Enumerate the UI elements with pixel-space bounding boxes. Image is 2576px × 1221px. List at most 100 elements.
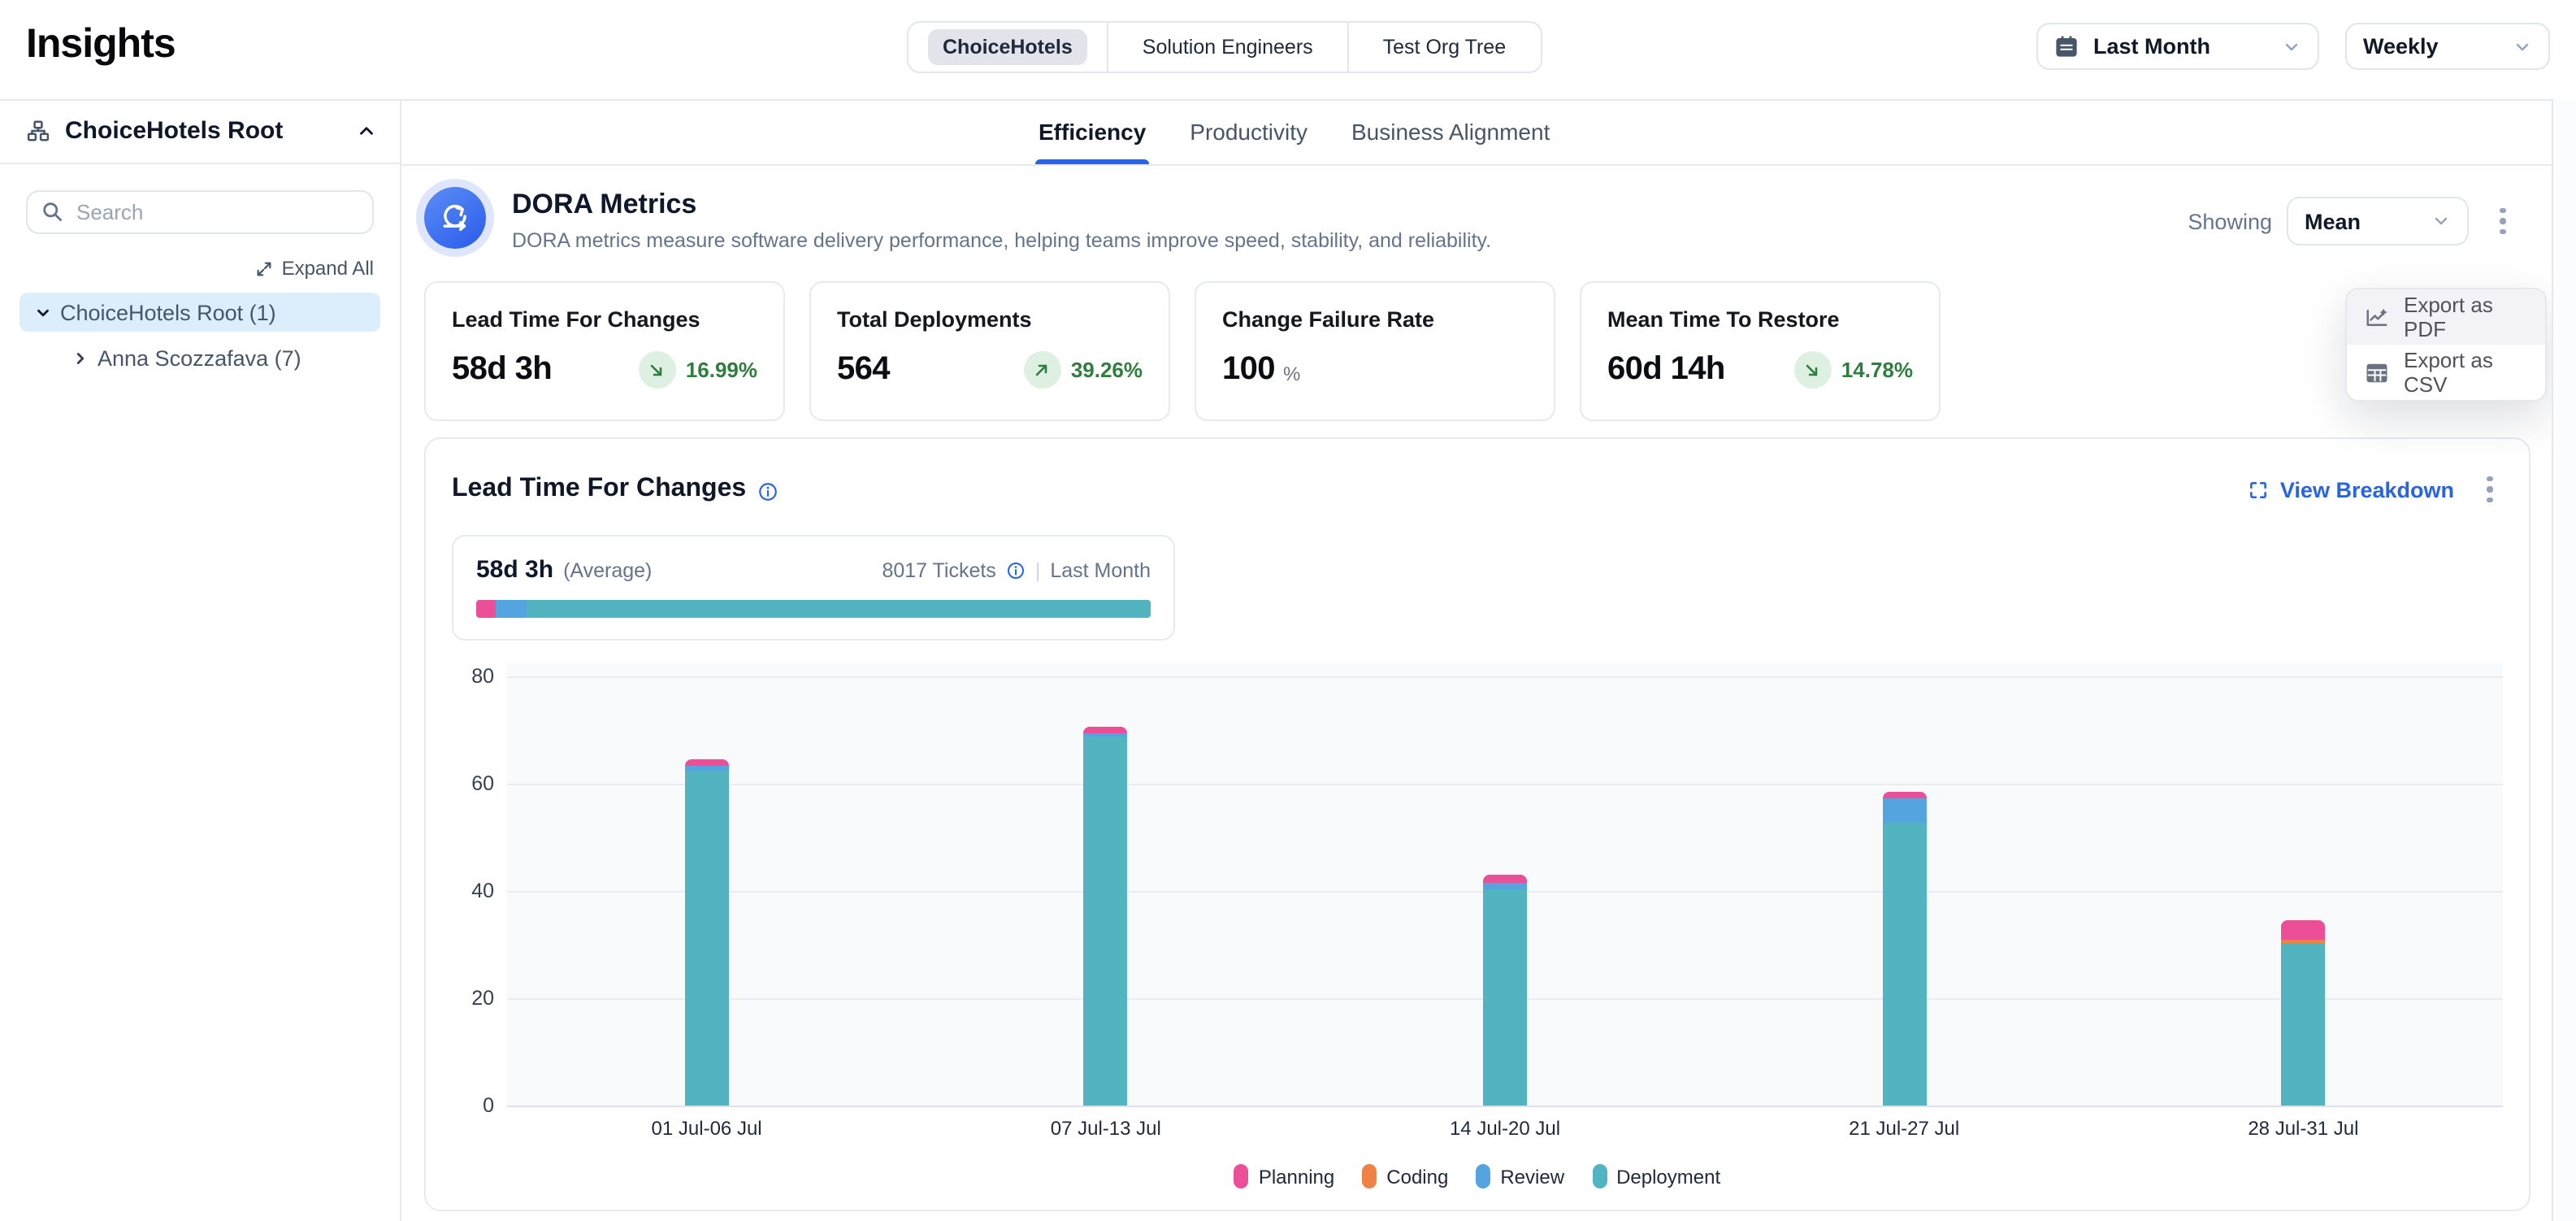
- insights-page: Insights ChoiceHotels Solution Engineers…: [0, 0, 2576, 1221]
- showing-label: Showing: [2188, 209, 2272, 233]
- legend-swatch: [1476, 1164, 1490, 1188]
- trend-badge: 14.78%: [1794, 351, 1913, 389]
- chart-line-icon: [2365, 305, 2389, 329]
- chart-bar: [1882, 792, 1926, 1106]
- card-value: 100: [1222, 351, 1275, 389]
- menu-item-label: Export as CSV: [2404, 348, 2527, 397]
- legend-label: Review: [1500, 1165, 1564, 1188]
- menu-item-export-pdf[interactable]: Export as PDF: [2347, 289, 2545, 345]
- legend-swatch: [1592, 1164, 1607, 1188]
- bar-segment-planning: [685, 759, 729, 767]
- chart-bar: [1483, 875, 1527, 1106]
- card-total-deployments: Total Deployments 564 39.26%: [809, 281, 1170, 421]
- lead-time-section: Lead Time For Changes View Breakdown: [424, 437, 2530, 1211]
- card-lead-time-for-changes: Lead Time For Changes 58d 3h 16.99%: [424, 281, 785, 421]
- date-range-value: Last Month: [2093, 34, 2210, 59]
- expand-all-icon: [256, 259, 274, 277]
- bar-segment-review: [1882, 798, 1926, 823]
- scrollbar[interactable]: [2552, 99, 2576, 1221]
- card-title: Change Failure Rate: [1222, 307, 1528, 332]
- tree-item-anna-scozzafava[interactable]: Anna Scozzafava (7): [57, 338, 380, 377]
- sidebar-search: [26, 190, 374, 234]
- card-change-failure-rate: Change Failure Rate 100 %: [1195, 281, 1555, 421]
- info-icon[interactable]: [757, 480, 778, 502]
- showing-controls: Showing Mean: [2188, 197, 2516, 246]
- menu-item-export-csv[interactable]: Export as CSV: [2347, 345, 2545, 400]
- progress-segment-planning: [476, 600, 497, 618]
- x-tick-label: 21 Jul-27 Jul: [1849, 1117, 1959, 1140]
- tab-business-alignment[interactable]: Business Alignment: [1351, 99, 1550, 164]
- expand-all-button[interactable]: Expand All: [26, 257, 374, 280]
- bar-segment-deployment: [685, 771, 729, 1106]
- legend-item-planning[interactable]: Planning: [1234, 1164, 1334, 1188]
- y-tick-label: 60: [471, 772, 494, 795]
- legend-item-deployment[interactable]: Deployment: [1592, 1164, 1720, 1188]
- kebab-menu-icon[interactable]: [2490, 197, 2516, 246]
- expand-all-label: Expand All: [282, 257, 374, 280]
- trend-badge: 16.99%: [639, 351, 757, 389]
- date-range-select[interactable]: Last Month: [2036, 23, 2319, 70]
- chart-legend: Planning Coding Review Deployment: [452, 1164, 2503, 1188]
- chevron-down-icon[interactable]: [29, 303, 55, 321]
- main-tab-bar: Efficiency Productivity Business Alignme…: [401, 99, 2576, 166]
- sidebar-header: ChoiceHotels Root: [0, 99, 400, 163]
- trend-down-icon: [639, 351, 676, 389]
- bar-segment-deployment: [1882, 823, 1926, 1106]
- trend-badge: 39.26%: [1024, 351, 1143, 389]
- section-title: Lead Time For Changes: [452, 475, 746, 504]
- progress-segment-review: [497, 600, 527, 618]
- legend-item-review[interactable]: Review: [1476, 1164, 1564, 1188]
- chevron-down-icon: [2282, 37, 2301, 56]
- chevron-right-icon[interactable]: [67, 349, 93, 367]
- view-breakdown-button[interactable]: View Breakdown: [2248, 477, 2454, 502]
- granularity-select[interactable]: Weekly: [2345, 23, 2550, 70]
- search-icon: [41, 200, 63, 223]
- trend-value: 16.99%: [686, 358, 757, 382]
- search-input[interactable]: [26, 190, 374, 234]
- y-tick-label: 80: [471, 665, 494, 688]
- showing-value: Mean: [2305, 209, 2361, 233]
- bar-segment-deployment: [1084, 737, 1128, 1106]
- kebab-menu-icon[interactable]: [2477, 465, 2503, 514]
- top-controls: Last Month Weekly: [2036, 23, 2550, 70]
- table-icon: [2365, 360, 2389, 385]
- info-icon[interactable]: [1006, 560, 1026, 580]
- trend-value: 14.78%: [1841, 358, 1913, 382]
- dora-header-row: DORA Metrics DORA metrics measure softwa…: [424, 185, 2530, 257]
- legend-item-coding[interactable]: Coding: [1362, 1164, 1448, 1188]
- tab-efficiency[interactable]: Efficiency: [1039, 99, 1146, 164]
- active-tab-underline: [1035, 159, 1149, 164]
- x-tick-label: 14 Jul-20 Jul: [1450, 1117, 1560, 1140]
- sidebar: ChoiceHotels Root Expand All: [0, 99, 401, 1221]
- x-tick-label: 07 Jul-13 Jul: [1051, 1117, 1161, 1140]
- average-value: 58d 3h: [476, 556, 553, 584]
- export-menu: Export as PDF Export as CSV: [2345, 288, 2547, 402]
- x-axis: 01 Jul-06 Jul07 Jul-13 Jul14 Jul-20 Jul2…: [507, 1106, 2503, 1141]
- legend-label: Coding: [1386, 1165, 1448, 1188]
- dora-cycle-icon: [424, 187, 486, 249]
- tab-productivity[interactable]: Productivity: [1190, 99, 1308, 164]
- showing-select[interactable]: Mean: [2287, 197, 2469, 246]
- chart-plot-area: [507, 663, 2503, 1106]
- page-title: Insights: [26, 21, 176, 68]
- org-tab-choicehotels[interactable]: ChoiceHotels: [909, 23, 1107, 72]
- divider: [0, 163, 400, 164]
- average-label: (Average): [563, 558, 652, 581]
- bar-segment-planning: [1882, 792, 1926, 798]
- x-tick-label: 28 Jul-31 Jul: [2248, 1117, 2358, 1140]
- org-tab-test-org-tree[interactable]: Test Org Tree: [1349, 23, 1540, 72]
- chevron-up-icon[interactable]: [356, 120, 377, 141]
- y-tick-label: 20: [471, 987, 494, 1010]
- trend-down-icon: [1794, 351, 1832, 389]
- progress-segment-deployment: [527, 600, 1151, 618]
- card-value: 60d 14h: [1607, 351, 1725, 389]
- y-axis: 806040200: [452, 663, 494, 1106]
- card-value: 58d 3h: [452, 351, 552, 389]
- gridline: [507, 676, 2503, 678]
- org-tree: ChoiceHotels Root (1) Anna Scozzafava (7…: [0, 293, 400, 377]
- y-tick-label: 0: [483, 1094, 494, 1117]
- tree-item-choicehotels-root[interactable]: ChoiceHotels Root (1): [20, 293, 380, 332]
- lead-time-chart: 806040200 01 Jul-06 Jul07 Jul-13 Jul14 J…: [452, 663, 2503, 1141]
- org-tab-solution-engineers[interactable]: Solution Engineers: [1108, 23, 1347, 72]
- menu-item-label: Export as PDF: [2404, 293, 2527, 341]
